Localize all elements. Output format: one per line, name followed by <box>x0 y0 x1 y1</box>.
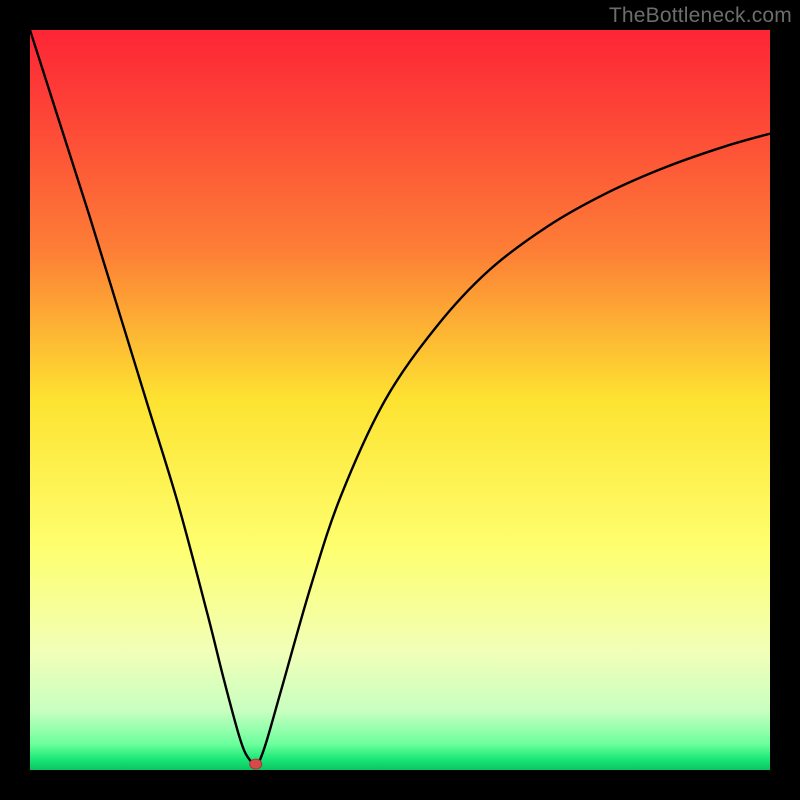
chart-container: { "watermark": "TheBottleneck.com", "col… <box>0 0 800 800</box>
plot-area <box>30 30 770 770</box>
gradient-background <box>30 30 770 770</box>
min-marker <box>250 759 262 769</box>
watermark-text: TheBottleneck.com <box>609 4 792 28</box>
plot-svg <box>30 30 770 770</box>
